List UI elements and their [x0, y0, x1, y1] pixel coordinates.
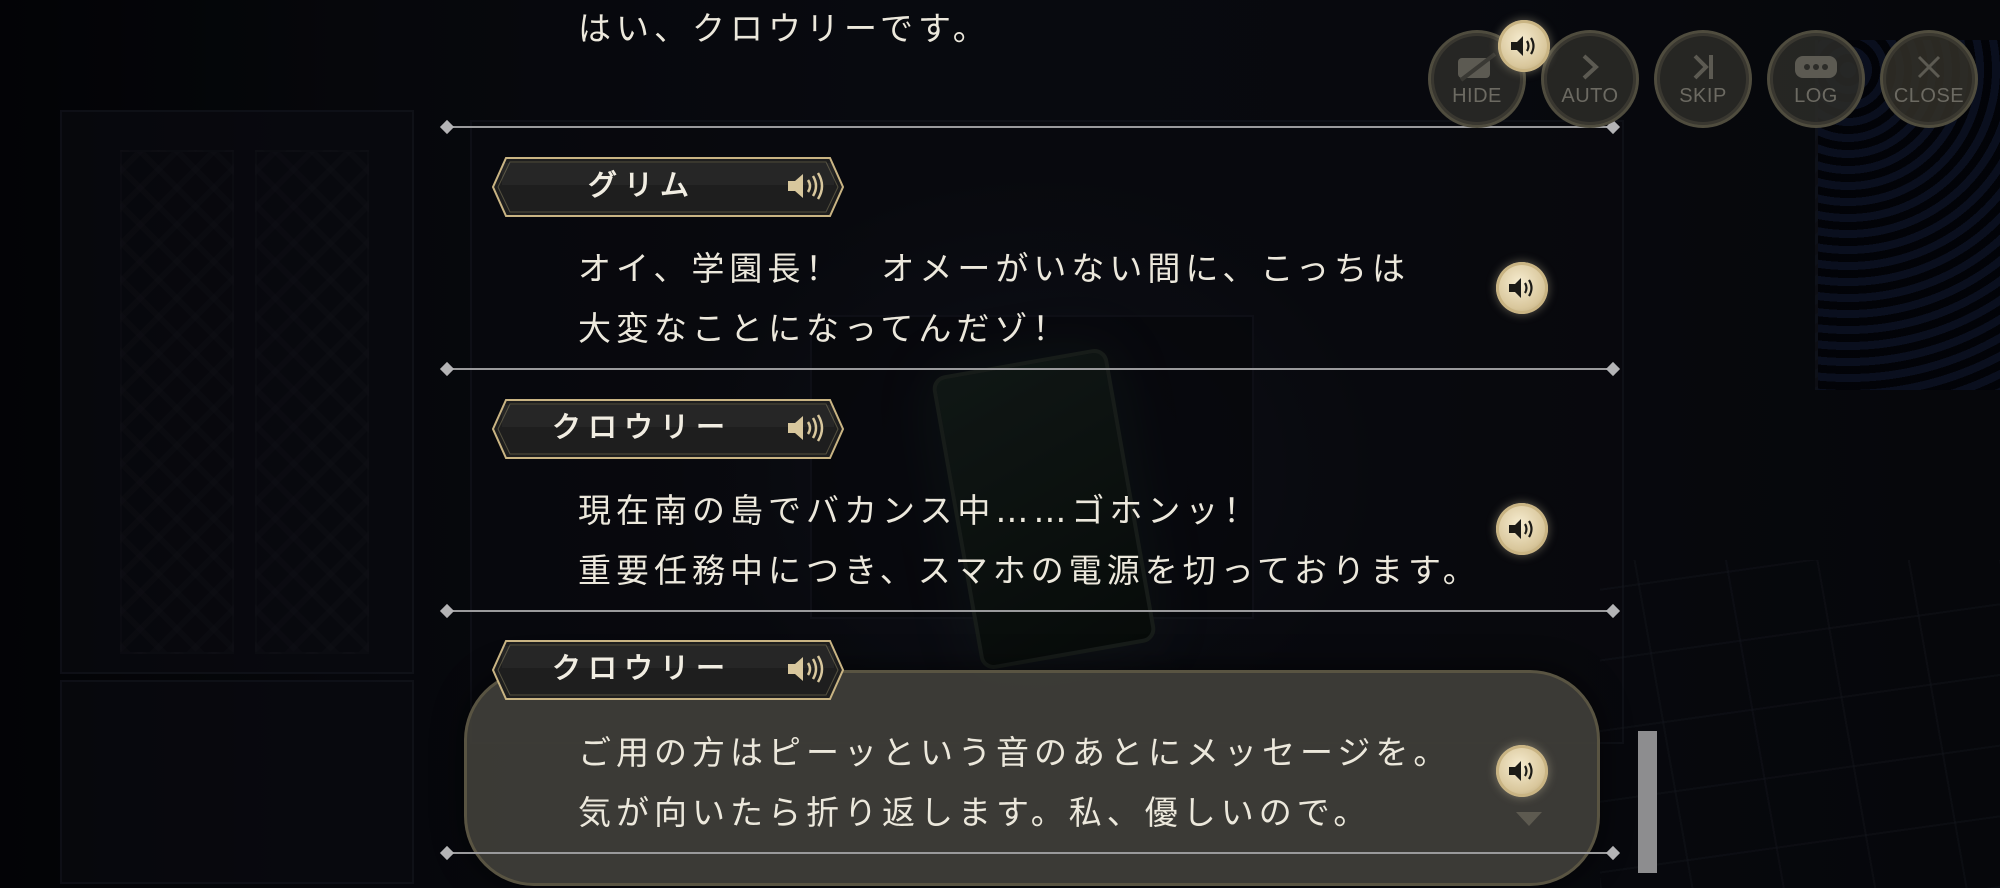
speaker-icon	[1509, 278, 1533, 298]
log-line: 重要任務中につき、スマホの電源を切っております。	[578, 551, 1481, 590]
speaker-icon	[1509, 519, 1533, 539]
speaker-icon[interactable]	[786, 413, 826, 443]
log-button[interactable]: LOG	[1767, 30, 1865, 128]
log-line: オイ、学園長！ オメーがいない間に、こっちは	[578, 249, 1411, 288]
log-divider	[448, 852, 1612, 854]
hide-label: HIDE	[1452, 84, 1502, 107]
log-line: 大変なことになってんだゾ！	[578, 309, 1071, 348]
speaker-nameplate: クロウリー	[492, 640, 844, 700]
speaker-name: グリム	[587, 168, 696, 202]
skip-label: SKIP	[1679, 84, 1727, 107]
skip-icon	[1693, 54, 1713, 79]
auto-label: AUTO	[1561, 84, 1619, 107]
log-label: LOG	[1794, 84, 1838, 107]
speaker-icon[interactable]	[786, 171, 826, 201]
voice-replay-button[interactable]	[1496, 262, 1548, 314]
voice-replay-button[interactable]	[1498, 20, 1550, 72]
speaker-icon	[1509, 761, 1533, 781]
speaker-icon[interactable]	[786, 654, 826, 684]
speaker-nameplate: クロウリー	[492, 399, 844, 459]
log-line: はい、クロウリーです。	[578, 9, 991, 48]
log-line: ご用の方はピーッという音のあとにメッセージを。	[578, 733, 1452, 772]
log-line: 気が向いたら折り返します。私、優しいので。	[578, 793, 1372, 832]
log-line: 現在南の島でバカンス中……ゴホンッ！	[578, 491, 1262, 530]
speaker-name: クロウリー	[551, 651, 732, 685]
voice-replay-button[interactable]	[1496, 745, 1548, 797]
speaker-name: クロウリー	[551, 410, 732, 444]
skip-button[interactable]: SKIP	[1654, 30, 1752, 128]
log-divider	[448, 610, 1612, 612]
chevron-down-icon	[1516, 812, 1542, 826]
close-icon	[1917, 55, 1941, 78]
speaker-icon	[1511, 36, 1535, 56]
close-button[interactable]: CLOSE	[1880, 30, 1978, 128]
hide-icon	[1458, 51, 1497, 82]
auto-icon	[1582, 54, 1599, 79]
log-divider	[448, 126, 1612, 128]
speaker-nameplate: グリム	[492, 157, 844, 217]
log-icon	[1795, 55, 1837, 78]
voice-replay-button[interactable]	[1496, 503, 1548, 555]
dialogue-log[interactable]: はい、クロウリーです。 グリム オイ、学園長！ オメーがいない間に、こっちは 大…	[0, 0, 2000, 888]
log-divider	[448, 368, 1612, 370]
log-scrollbar[interactable]	[1638, 731, 1657, 873]
auto-button[interactable]: AUTO	[1541, 30, 1639, 128]
close-label: CLOSE	[1893, 84, 1965, 107]
